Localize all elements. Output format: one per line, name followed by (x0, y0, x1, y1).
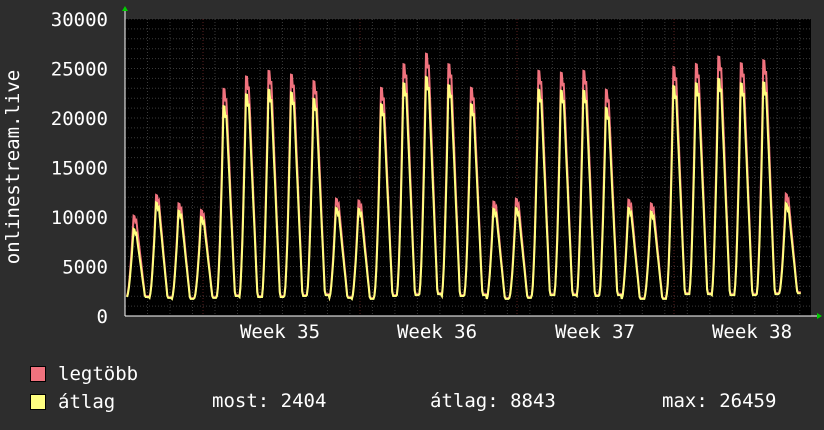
y-tick-label: 10000 (51, 207, 108, 229)
y-tick-label: 20000 (51, 108, 108, 130)
stat-now: most: 2404 (212, 390, 327, 412)
legend-swatch-avg (30, 394, 46, 410)
x-tick-label: Week 38 (712, 321, 792, 343)
y-tick-label: 0 (97, 306, 108, 328)
legend-item-max: legtöbb (30, 363, 138, 385)
y-tick-label: 25000 (51, 59, 108, 81)
legend-label-max: legtöbb (58, 363, 139, 385)
legend-item-avg: átlag (30, 391, 115, 413)
legend-label-avg: átlag (58, 391, 116, 413)
stat-max: max: 26459 (662, 390, 777, 412)
stat-avg: átlag: 8843 (430, 390, 556, 412)
y-axis-label: onlinestream.live (2, 70, 24, 264)
y-tick-label: 5000 (62, 257, 108, 279)
y-tick-label: 30000 (51, 9, 108, 31)
x-tick-label: Week 37 (555, 321, 635, 343)
x-axis-arrow-icon (817, 313, 822, 319)
y-axis-arrow-icon (122, 6, 128, 11)
legend-swatch-max (30, 366, 46, 382)
x-tick-label: Week 36 (397, 321, 477, 343)
y-tick-label: 15000 (51, 158, 108, 180)
x-tick-label: Week 35 (240, 321, 320, 343)
